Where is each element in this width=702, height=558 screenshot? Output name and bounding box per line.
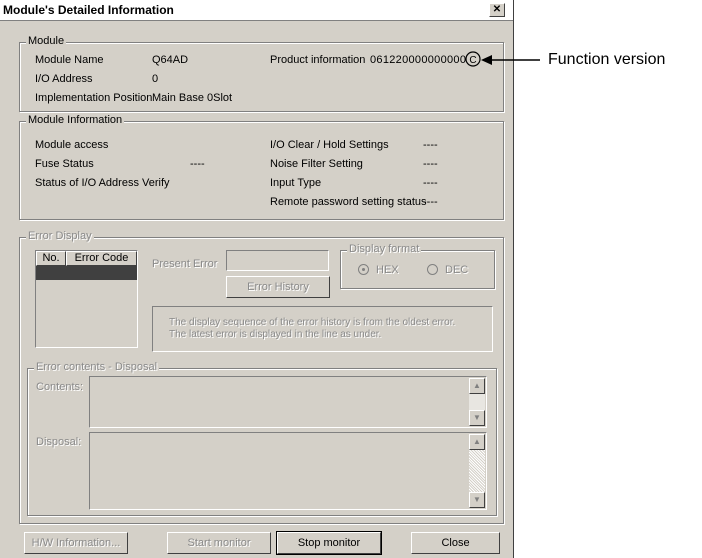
module-access-label: Module access (35, 139, 109, 151)
noise-filter-label: Noise Filter Setting (270, 158, 363, 170)
error-note-line1: The display sequence of the error histor… (169, 317, 456, 328)
annotation-arrow (481, 55, 540, 65)
module-name-label: Module Name (35, 54, 104, 66)
contents-field[interactable] (89, 376, 487, 428)
contents-scrollbar[interactable]: ▲ ▼ (469, 378, 485, 426)
start-monitor-button[interactable]: Start monitor (167, 532, 271, 554)
col-header-no[interactable]: No. (36, 251, 66, 266)
col-header-error-code[interactable]: Error Code (66, 251, 137, 266)
io-clear-label: I/O Clear / Hold Settings (270, 139, 389, 151)
function-version-callout: Function version (548, 51, 666, 68)
io-address-label: I/O Address (35, 73, 93, 85)
disposal-field[interactable] (89, 432, 487, 510)
selected-row[interactable] (36, 266, 137, 280)
title-bar: Module's Detailed Information ✕ (0, 0, 513, 21)
module-legend: Module (26, 35, 67, 47)
product-info-label: Product information (270, 54, 366, 66)
module-name-value: Q64AD (152, 54, 189, 66)
dec-radio[interactable] (427, 264, 438, 275)
noise-filter-value: ---- (423, 158, 438, 170)
hw-information-button[interactable]: H/W Information... (24, 532, 128, 554)
input-type-value: ---- (423, 177, 438, 189)
dec-label: DEC (445, 264, 469, 276)
close-button[interactable]: Close (411, 532, 500, 554)
error-list[interactable]: No. Error Code (35, 250, 138, 348)
impl-position-value: Main Base 0Slot (152, 92, 233, 104)
fuse-status-value: ---- (190, 158, 205, 170)
scroll-up-icon[interactable]: ▲ (469, 434, 485, 450)
disposal-label: Disposal: (36, 436, 82, 448)
module-info-legend: Module Information (26, 114, 125, 126)
product-info-value: 061220000000000 (370, 54, 467, 66)
error-history-button[interactable]: Error History (226, 276, 330, 298)
io-address-value: 0 (152, 73, 159, 85)
function-version-badge: C (465, 51, 481, 67)
present-error-field[interactable] (226, 250, 329, 271)
stop-monitor-button[interactable]: Stop monitor (276, 531, 382, 555)
hex-radio[interactable] (358, 264, 369, 275)
hex-label: HEX (376, 264, 399, 276)
io-verify-label: Status of I/O Address Verify (35, 177, 170, 189)
error-contents-legend: Error contents - Disposal (34, 361, 160, 373)
contents-label: Contents: (36, 381, 84, 393)
version-letter: C (469, 55, 476, 66)
io-clear-value: ---- (423, 139, 438, 151)
dialog-title: Module's Detailed Information (3, 3, 174, 17)
scroll-up-icon[interactable]: ▲ (469, 378, 485, 394)
error-note-line2: The latest error is displayed in the lin… (169, 329, 382, 340)
scroll-down-icon[interactable]: ▼ (469, 492, 485, 508)
impl-position-label: Implementation Position (35, 92, 153, 104)
display-format-legend: Display format (347, 243, 422, 255)
remote-password-value: ---- (423, 196, 438, 208)
close-icon[interactable]: ✕ (489, 3, 505, 17)
error-display-legend: Error Display (26, 230, 94, 242)
error-note-box: The display sequence of the error histor… (152, 306, 493, 352)
present-error-label: Present Error (152, 258, 218, 270)
remote-password-label: Remote password setting status (270, 196, 427, 208)
fuse-status-label: Fuse Status (35, 158, 94, 170)
disposal-scrollbar[interactable]: ▲ ▼ (469, 434, 485, 508)
detail-dialog: Module's Detailed Information ✕ Module M… (0, 0, 514, 558)
scroll-down-icon[interactable]: ▼ (469, 410, 485, 426)
input-type-label: Input Type (270, 177, 322, 189)
